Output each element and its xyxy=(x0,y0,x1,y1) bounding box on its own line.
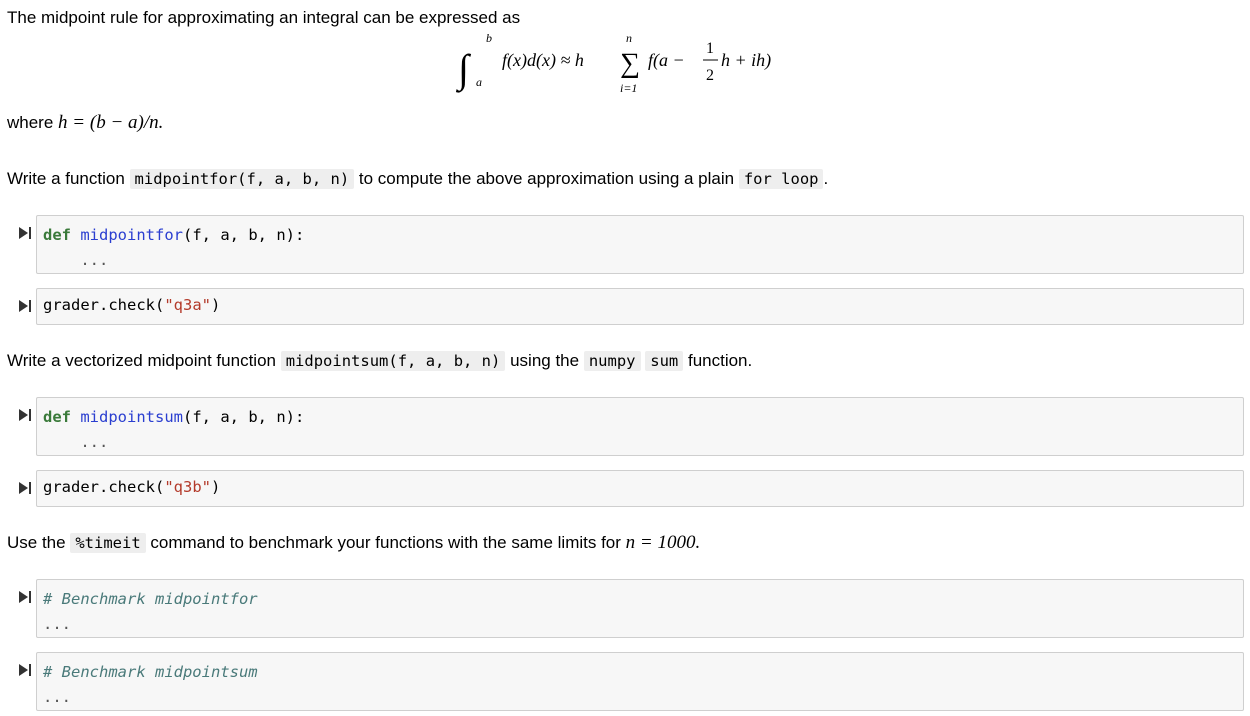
grader-close: ) xyxy=(211,478,221,496)
task-a-mid: to compute the above approximation using… xyxy=(358,169,735,188)
task-b-code3: sum xyxy=(645,351,684,371)
integrand: f(x)d(x) ≈ h xyxy=(502,50,584,71)
task-b-post: function. xyxy=(687,351,753,370)
code-comment: # Benchmark midpointfor xyxy=(43,590,258,608)
grader-call: grader.check( xyxy=(43,478,165,496)
task-b-code: midpointsum(f, a, b, n) xyxy=(280,351,506,371)
run-cell-icon[interactable] xyxy=(18,408,32,422)
task-a-text: Write a function midpointfor(f, a, b, n)… xyxy=(7,168,828,190)
frac-num: 1 xyxy=(706,40,714,57)
code-cell-midpointsum[interactable]: def midpointsum(f, a, b, n): ... xyxy=(36,397,1244,456)
ellipsis: ... xyxy=(43,615,71,633)
ellipsis: ... xyxy=(43,251,109,269)
code-cell-midpointfor[interactable]: def midpointfor(f, a, b, n): ... xyxy=(36,215,1244,274)
keyword-def: def xyxy=(43,226,71,244)
code-cell-grader-q3a[interactable]: grader.check("q3a") xyxy=(36,288,1244,325)
task-c-code: %timeit xyxy=(70,533,146,553)
task-a-pre: Write a function xyxy=(7,169,125,188)
task-c-math: n = 1000. xyxy=(625,532,701,553)
task-b-mid: using the xyxy=(510,351,580,370)
ellipsis: ... xyxy=(43,433,109,451)
function-name: midpointsum xyxy=(80,408,183,426)
task-b-code2: numpy xyxy=(583,351,641,371)
grader-close: ) xyxy=(211,296,221,314)
function-args: (f, a, b, n): xyxy=(183,226,305,244)
integral-lower: a xyxy=(476,75,482,89)
task-c-text: Use the %timeit command to benchmark you… xyxy=(7,532,700,554)
sum-lower: i=1 xyxy=(620,81,637,95)
run-cell-icon[interactable] xyxy=(18,481,32,495)
task-b-text: Write a vectorized midpoint function mid… xyxy=(7,350,752,372)
run-cell-icon[interactable] xyxy=(18,299,32,313)
midpoint-formula: ∫ b a f(x)d(x) ≈ h n ∑ i=1 f(a − 1 2 h +… xyxy=(456,31,771,95)
ellipsis: ... xyxy=(43,688,71,706)
keyword-def: def xyxy=(43,408,71,426)
code-comment: # Benchmark midpointsum xyxy=(43,663,258,681)
term-end: h + ih) xyxy=(721,50,771,71)
integral-sign: ∫ xyxy=(456,46,472,93)
task-c-mid: command to benchmark your functions with… xyxy=(150,533,621,552)
grader-arg: "q3a" xyxy=(164,296,211,314)
where-prefix: where xyxy=(7,113,54,132)
intro-text: The midpoint rule for approximating an i… xyxy=(7,8,521,27)
code-cell-benchmark-sum[interactable]: # Benchmark midpointsum ... xyxy=(36,652,1244,711)
task-a-post: . xyxy=(823,169,829,188)
task-b-pre: Write a vectorized midpoint function xyxy=(7,351,276,370)
run-cell-icon[interactable] xyxy=(18,226,32,240)
code-cell-grader-q3b[interactable]: grader.check("q3b") xyxy=(36,470,1244,507)
term-start: f(a − xyxy=(648,50,685,71)
function-args: (f, a, b, n): xyxy=(183,408,305,426)
run-cell-icon[interactable] xyxy=(18,663,32,677)
where-line: where h = (b − a)/n. xyxy=(7,112,163,134)
function-name: midpointfor xyxy=(80,226,183,244)
task-a-code2: for loop xyxy=(738,169,824,189)
grader-call: grader.check( xyxy=(43,296,165,314)
run-cell-icon[interactable] xyxy=(18,590,32,604)
task-a-code: midpointfor(f, a, b, n) xyxy=(129,169,355,189)
sum-sign: ∑ xyxy=(620,48,640,79)
where-expr: h = (b − a)/n. xyxy=(58,112,164,133)
frac-den: 2 xyxy=(706,67,714,84)
grader-arg: "q3b" xyxy=(164,478,211,496)
integral-upper: b xyxy=(486,31,492,45)
code-cell-benchmark-for[interactable]: # Benchmark midpointfor ... xyxy=(36,579,1244,638)
task-c-pre: Use the xyxy=(7,533,66,552)
sum-upper: n xyxy=(626,31,632,45)
